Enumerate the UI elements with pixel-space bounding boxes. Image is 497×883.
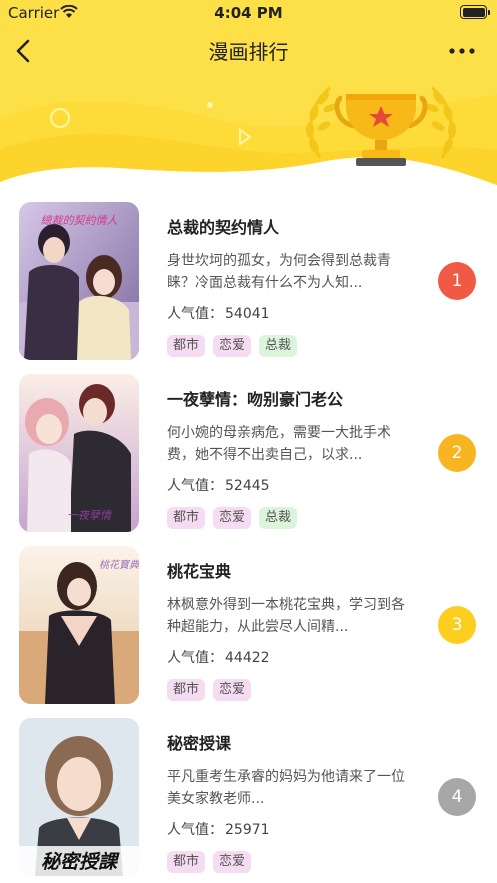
trophy-icon bbox=[306, 86, 456, 166]
tag-chip[interactable]: 都市 bbox=[167, 679, 206, 701]
rank-badge: 2 bbox=[438, 434, 476, 472]
battery-icon bbox=[460, 5, 490, 19]
tag-list: 都市 恋爱 总裁 bbox=[167, 507, 407, 529]
cover-logo: 桃花寶典 bbox=[99, 559, 139, 571]
item-title: 桃花宝典 bbox=[167, 562, 232, 581]
tag-chip[interactable]: 都市 bbox=[167, 335, 206, 357]
tag-chip[interactable]: 都市 bbox=[167, 507, 206, 529]
tag-list: 都市 恋爱 bbox=[167, 851, 407, 873]
popularity: 人气值： 25971 bbox=[167, 819, 407, 839]
popularity-label: 人气值： bbox=[167, 478, 223, 494]
tag-list: 都市 恋爱 bbox=[167, 679, 407, 701]
nav-bar: 漫画排行 bbox=[0, 26, 497, 76]
cover-image[interactable]: 總裁的契約情人 bbox=[19, 202, 139, 360]
status-bar: Carrier 4:04 PM bbox=[0, 0, 497, 26]
tag-chip[interactable]: 恋爱 bbox=[213, 679, 252, 701]
cover-logo: 總裁的契約情人 bbox=[41, 214, 118, 227]
popularity-label: 人气值： bbox=[167, 306, 223, 322]
header-banner: Carrier 4:04 PM 漫画排行 bbox=[0, 0, 497, 200]
tag-chip[interactable]: 恋爱 bbox=[213, 507, 252, 529]
item-title: 一夜孽情：吻别豪门老公 bbox=[167, 390, 344, 409]
list-item[interactable]: 總裁的契約情人 总裁的契约情人 身世坎坷的孤女，为何会得到总裁青睐？冷面总裁有什… bbox=[0, 200, 497, 360]
item-description: 身世坎坷的孤女，为何会得到总裁青睐？冷面总裁有什么不为人知... bbox=[167, 253, 391, 291]
status-time: 4:04 PM bbox=[214, 4, 283, 22]
tag-chip[interactable]: 总裁 bbox=[259, 507, 298, 529]
list-item[interactable]: 秘密授課 秘密授课 平凡重考生承睿的妈妈为他请来了一位美女家教老师... 人气值… bbox=[0, 716, 497, 876]
popularity-value: 54041 bbox=[225, 306, 270, 322]
more-options-icon[interactable] bbox=[447, 38, 477, 64]
popularity-label: 人气值： bbox=[167, 650, 223, 666]
popularity: 人气值： 44422 bbox=[167, 647, 407, 667]
tag-chip[interactable]: 总裁 bbox=[259, 335, 298, 357]
cover-logo: 一夜孽情 bbox=[67, 509, 113, 522]
item-description: 林枫意外得到一本桃花宝典，学习到各种超能力，从此尝尽人间精... bbox=[167, 597, 405, 635]
rank-badge: 1 bbox=[438, 262, 476, 300]
list-item[interactable]: 桃花寶典 桃花宝典 林枫意外得到一本桃花宝典，学习到各种超能力，从此尝尽人间精.… bbox=[0, 544, 497, 704]
popularity-label: 人气值： bbox=[167, 822, 223, 838]
popularity: 人气值： 52445 bbox=[167, 475, 407, 495]
item-description: 何小婉的母亲病危，需要一大批手术费，她不得不出卖自己，以求... bbox=[167, 425, 391, 463]
item-description: 平凡重考生承睿的妈妈为他请来了一位美女家教老师... bbox=[167, 769, 405, 807]
tag-chip[interactable]: 恋爱 bbox=[213, 851, 252, 873]
rank-badge: 3 bbox=[438, 606, 476, 644]
popularity-value: 44422 bbox=[225, 650, 270, 666]
list-item[interactable]: 一夜孽情 一夜孽情：吻别豪门老公 何小婉的母亲病危，需要一大批手术费，她不得不出… bbox=[0, 372, 497, 532]
rank-badge: 4 bbox=[438, 778, 476, 816]
cover-logo: 秘密授課 bbox=[41, 851, 120, 873]
popularity-value: 25971 bbox=[225, 822, 270, 838]
tag-chip[interactable]: 都市 bbox=[167, 851, 206, 873]
item-title: 总裁的契约情人 bbox=[167, 218, 280, 237]
page-title: 漫画排行 bbox=[208, 40, 289, 64]
tag-list: 都市 恋爱 总裁 bbox=[167, 335, 407, 357]
popularity-value: 52445 bbox=[225, 478, 270, 494]
tag-chip[interactable]: 恋爱 bbox=[213, 335, 252, 357]
cover-image[interactable]: 桃花寶典 bbox=[19, 546, 139, 704]
popularity: 人气值： 54041 bbox=[167, 303, 407, 323]
item-title: 秘密授课 bbox=[167, 734, 232, 753]
cover-image[interactable]: 一夜孽情 bbox=[19, 374, 139, 532]
cover-image[interactable]: 秘密授課 bbox=[19, 718, 139, 876]
